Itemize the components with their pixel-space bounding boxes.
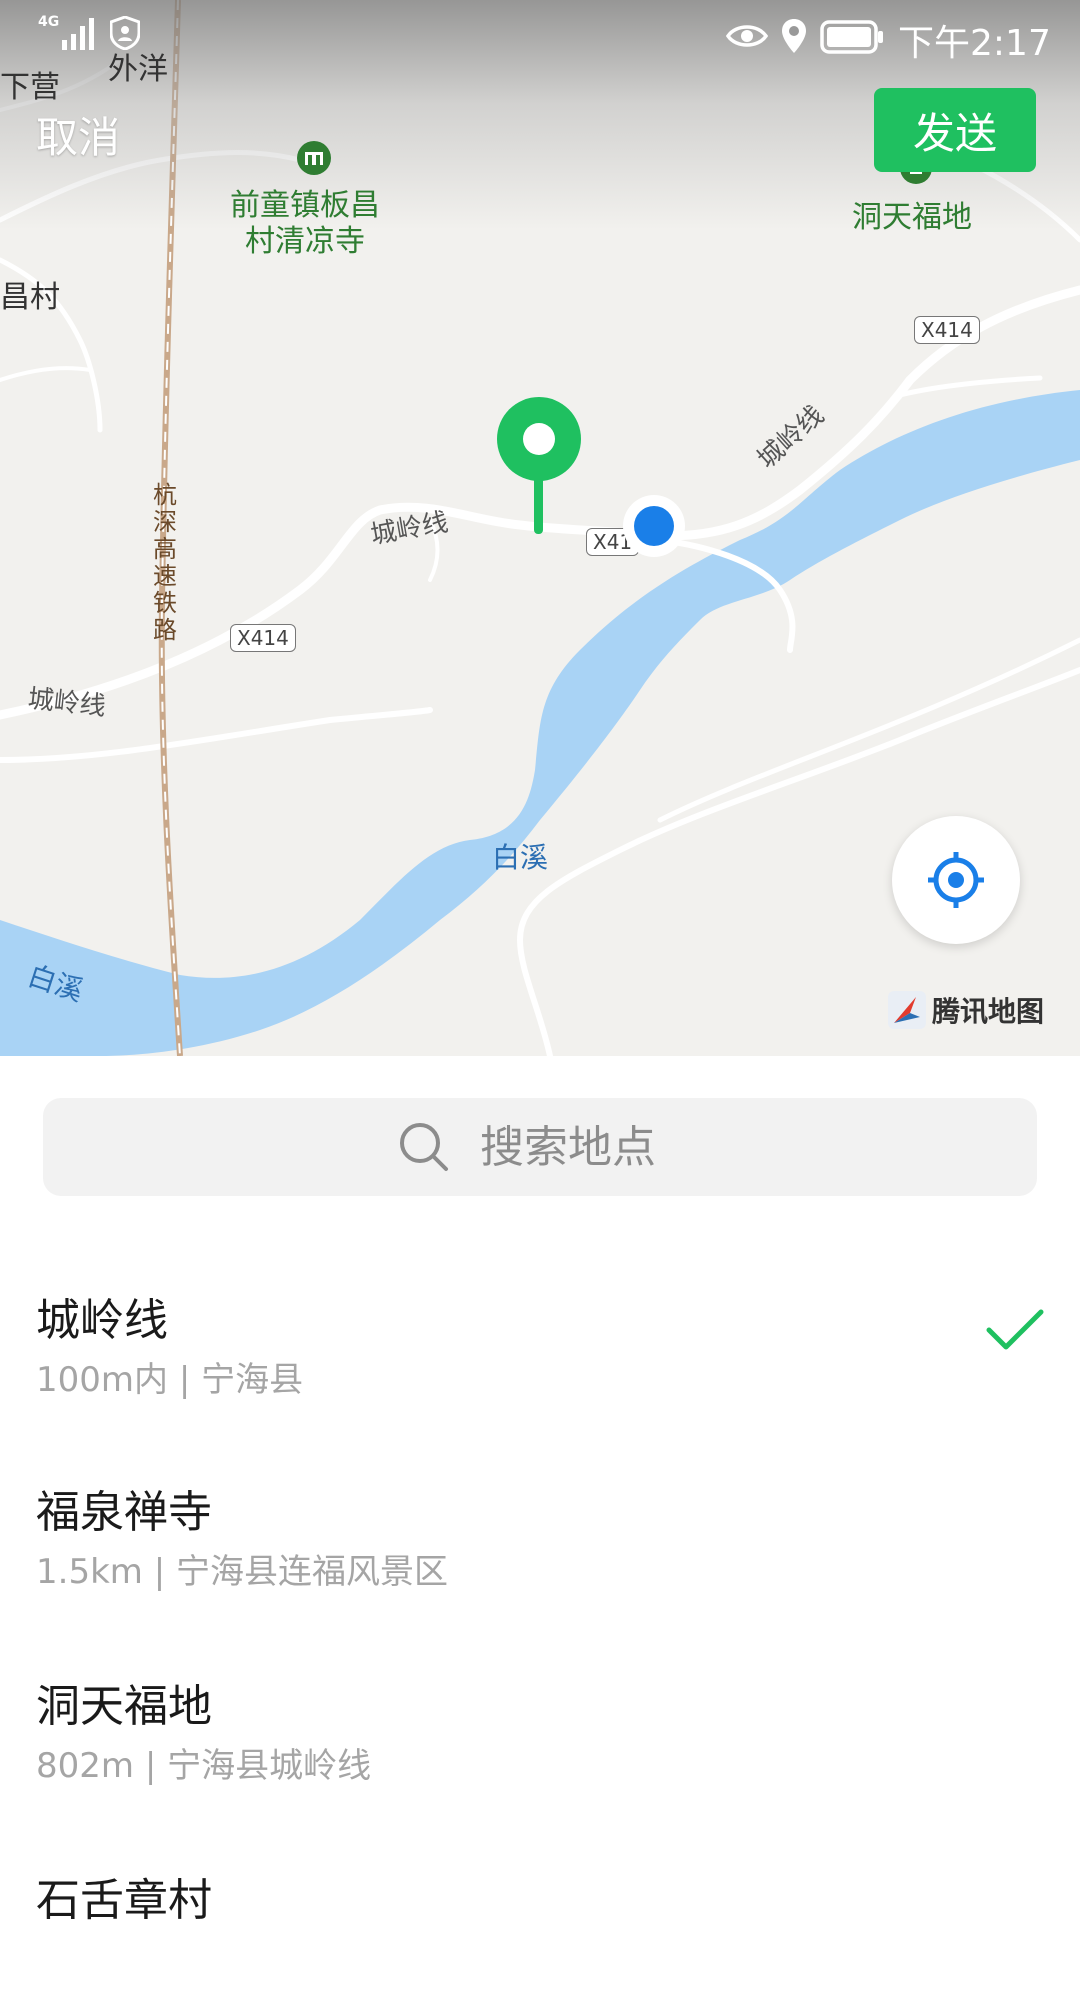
place-name: 石舌章村 bbox=[36, 1875, 212, 1926]
battery-icon bbox=[820, 20, 883, 54]
place-detail: 100m内 | 宁海县 bbox=[36, 1360, 304, 1400]
tencent-maps-logo-icon bbox=[888, 991, 926, 1029]
send-button[interactable]: 发送 bbox=[874, 88, 1036, 172]
place-list-item[interactable]: 洞天福地 802m | 宁海县城岭线 bbox=[36, 1670, 1046, 1820]
place-detail: 1.5km | 宁海县连福风景区 bbox=[36, 1552, 448, 1592]
place-name: 城岭线 bbox=[36, 1295, 168, 1346]
map-label-changcun: 昌村 bbox=[0, 280, 60, 315]
place-detail: 802m | 宁海县城岭线 bbox=[36, 1746, 372, 1786]
status-time: 下午2:17 bbox=[898, 23, 1051, 64]
current-location-dot-icon bbox=[623, 495, 685, 557]
attribution-text: 腾讯地图 bbox=[932, 995, 1045, 1028]
route-badge-x414-top: X414 bbox=[914, 316, 980, 344]
map-view[interactable]: 下营 外洋 昌村 前童镇板昌 村清凉寺 洞天福地 X414 X414 X41 城… bbox=[0, 0, 1080, 1056]
map-poi-dongtian[interactable]: 洞天福地 bbox=[852, 200, 972, 236]
place-name: 洞天福地 bbox=[36, 1681, 212, 1732]
network-type-label: 4G bbox=[38, 14, 60, 30]
map-poi-temple[interactable]: 前童镇板昌 村清凉寺 bbox=[230, 188, 380, 260]
shield-user-icon bbox=[110, 16, 140, 50]
place-list-item[interactable]: 福泉禅寺 1.5km | 宁海县连福风景区 bbox=[36, 1476, 1046, 1626]
nearby-places-panel: 城岭线 100m内 | 宁海县 福泉禅寺 1.5km | 宁海县连福风景区 洞天… bbox=[0, 1056, 1080, 1926]
eye-comfort-icon bbox=[726, 25, 768, 47]
cancel-button[interactable]: 取消 bbox=[36, 104, 120, 165]
search-icon bbox=[400, 1123, 448, 1171]
tencent-maps-attribution: 腾讯地图 bbox=[888, 990, 1044, 1030]
place-name: 福泉禅寺 bbox=[36, 1487, 212, 1538]
locate-me-button[interactable] bbox=[892, 816, 1020, 944]
route-badge-x414-left: X414 bbox=[230, 624, 296, 652]
signal-bars-icon bbox=[62, 18, 94, 50]
selected-location-pin-icon[interactable] bbox=[496, 396, 582, 536]
railway-label: 杭深高速铁路 bbox=[153, 481, 177, 644]
selected-check-icon bbox=[986, 1309, 1044, 1350]
status-bar: 4G 下午2:17 bbox=[0, 0, 1080, 72]
search-bar[interactable] bbox=[43, 1098, 1037, 1196]
search-input[interactable] bbox=[478, 1120, 682, 1174]
place-list-item[interactable]: 石舌章村 bbox=[36, 1864, 1046, 2014]
place-list-item[interactable]: 城岭线 100m内 | 宁海县 bbox=[36, 1284, 1046, 1434]
river-label-center: 白溪 bbox=[492, 841, 549, 874]
location-service-icon bbox=[782, 19, 806, 53]
temple-poi-icon[interactable] bbox=[296, 140, 332, 180]
crosshair-icon bbox=[928, 852, 984, 908]
